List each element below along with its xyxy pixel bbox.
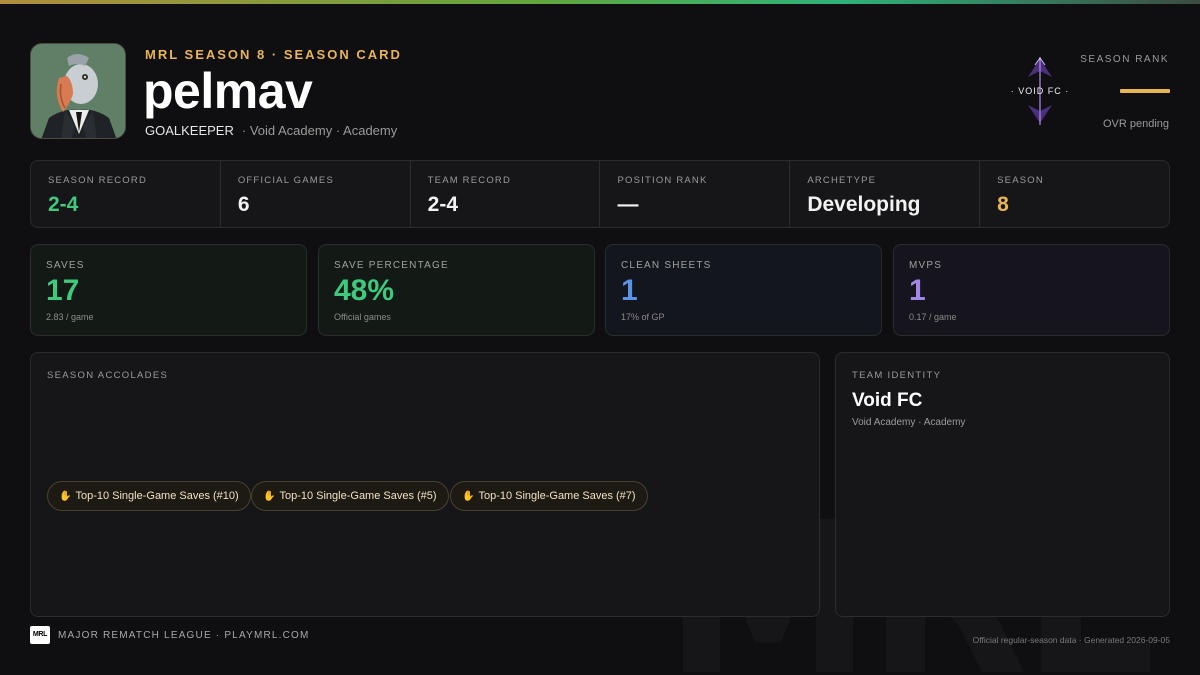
ovr-note: OVR pending	[1102, 118, 1169, 130]
info-team-record: TEAM RECORD 2-4	[411, 161, 601, 227]
season-rank-label: SEASON RANK	[1080, 54, 1169, 65]
info-value: 2-4	[48, 193, 79, 216]
season-rank-bar	[1120, 89, 1170, 93]
info-position-rank: POSITION RANK —	[600, 161, 791, 227]
glove-icon: ✋	[263, 491, 276, 502]
league-logo: MRL	[30, 626, 50, 644]
info-label: TEAM RECORD	[427, 175, 512, 186]
stat-sub: Official games	[334, 311, 391, 322]
accolades-label: SEASON ACCOLADES	[47, 370, 169, 381]
team-logo: · VOID FC ·	[1002, 55, 1078, 127]
stat-card-mvps: MVPS 1 0.17 / game	[893, 244, 1170, 336]
team-affiliation: · Void Academy · Academy	[241, 123, 398, 138]
team-identity-panel: TEAM IDENTITY Void FC Void Academy · Aca…	[835, 352, 1170, 617]
stat-label: MVPS	[909, 260, 943, 271]
info-label: POSITION RANK	[617, 175, 708, 186]
season-card-eyebrow: MRL SEASON 8 · SEASON CARD	[145, 47, 402, 62]
accolade-badge: ✋ Top-10 Single-Game Saves (#5)	[251, 481, 449, 511]
accolade-text: Top-10 Single-Game Saves (#10)	[75, 490, 239, 502]
info-value: 2-4	[427, 193, 459, 216]
stat-value: 1	[909, 274, 926, 307]
stat-card-save-percentage: SAVE PERCENTAGE 48% Official games	[318, 244, 595, 336]
info-value: Developing	[807, 193, 921, 216]
shoebill-portrait-icon	[31, 44, 125, 138]
top-accent-bar	[0, 0, 1200, 4]
accolade-badge: ✋ Top-10 Single-Game Saves (#7)	[450, 481, 648, 511]
stat-value: 48%	[334, 274, 395, 307]
team-name: Void FC	[852, 390, 923, 411]
stat-card-clean-sheets: CLEAN SHEETS 1 17% of GP	[605, 244, 882, 336]
stat-card-saves: SAVES 17 2.83 / game	[30, 244, 307, 336]
position-label: GOALKEEPER	[145, 123, 234, 138]
info-season: SEASON 8	[980, 161, 1169, 227]
stat-value: 1	[621, 274, 638, 307]
stat-sub: 0.17 / game	[909, 311, 957, 322]
info-season-record: SEASON RECORD 2-4	[31, 161, 221, 227]
info-label: ARCHETYPE	[807, 175, 877, 186]
team-logo-label: · VOID FC ·	[1010, 86, 1070, 96]
position-line: GOALKEEPER · Void Academy · Academy	[145, 123, 397, 138]
team-sub: Void Academy · Academy	[852, 417, 966, 428]
stat-label: SAVE PERCENTAGE	[334, 260, 449, 271]
accolade-text: Top-10 Single-Game Saves (#5)	[279, 490, 437, 502]
accolade-badge: ✋ Top-10 Single-Game Saves (#10)	[47, 481, 251, 511]
player-avatar	[30, 43, 126, 139]
league-footer-text: MAJOR REMATCH LEAGUE · PLAYMRL.COM	[58, 630, 310, 641]
info-label: SEASON	[997, 175, 1044, 186]
info-archetype: ARCHETYPE Developing	[790, 161, 981, 227]
info-label: SEASON RECORD	[48, 175, 148, 186]
info-official-games: OFFICIAL GAMES 6	[221, 161, 411, 227]
info-value: 6	[237, 193, 250, 216]
info-value: 8	[997, 193, 1009, 216]
stat-sub: 2.83 / game	[46, 311, 94, 322]
stat-sub: 17% of GP	[621, 311, 665, 322]
stat-label: CLEAN SHEETS	[621, 260, 712, 271]
accolade-text: Top-10 Single-Game Saves (#7)	[478, 490, 636, 502]
generated-note: Official regular-season data · Generated…	[972, 635, 1170, 645]
stat-label: SAVES	[46, 260, 85, 271]
stat-value: 17	[46, 274, 80, 307]
season-accolades-panel: SEASON ACCOLADES ✋ Top-10 Single-Game Sav…	[30, 352, 820, 617]
info-strip: SEASON RECORD 2-4 OFFICIAL GAMES 6 TEAM …	[30, 160, 1170, 228]
info-value: —	[617, 193, 639, 216]
player-name: pelmav	[143, 63, 313, 119]
glove-icon: ✋	[59, 491, 72, 502]
team-identity-label: TEAM IDENTITY	[852, 370, 942, 381]
glove-icon: ✋	[462, 491, 475, 502]
info-label: OFFICIAL GAMES	[237, 175, 334, 186]
